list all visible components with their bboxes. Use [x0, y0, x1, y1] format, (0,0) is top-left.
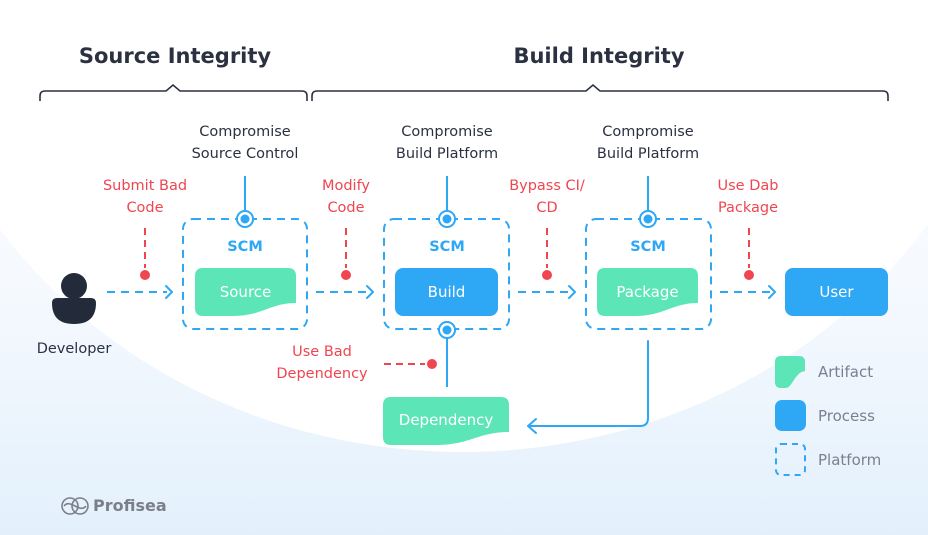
- attack-label-line1: Submit Bad: [102, 178, 188, 194]
- threat-label-line2: Build Platform: [596, 146, 700, 162]
- source-integrity-heading: Source Integrity: [78, 44, 272, 68]
- legend-artifact-label: Artifact: [818, 363, 874, 381]
- threat-label-line1: Compromise: [401, 124, 493, 140]
- build-integrity-heading: Build Integrity: [513, 44, 685, 68]
- attack-marker-1: [140, 228, 150, 280]
- threat-label: Compromise Build Platform: [568, 121, 728, 165]
- flow-arrow-developer-source: [107, 285, 173, 299]
- build-node-label: Build: [427, 283, 466, 301]
- legend-platform-label: Platform: [818, 451, 882, 469]
- attack-label-line1: Bypass CI/: [509, 178, 585, 194]
- target-marker-2: [438, 210, 456, 228]
- threat-label-line1: Compromise: [199, 124, 291, 140]
- platform-label: SCM: [630, 239, 666, 255]
- build-integrity-brace: [311, 83, 889, 101]
- attack-label: Submit Bad Code: [85, 175, 205, 219]
- legend-platform-icon: [775, 443, 806, 476]
- target-marker-1: [236, 210, 254, 228]
- threat-label-line1: Compromise: [602, 124, 694, 140]
- attack-label-line1: Use Bad: [292, 344, 352, 360]
- dependency-node-label: Dependency: [398, 411, 494, 429]
- legend-artifact-icon: [775, 356, 805, 388]
- legend-process-icon: [775, 400, 806, 431]
- attack-label: Use Dab Package: [688, 175, 808, 219]
- threat-label-line2: Build Platform: [395, 146, 499, 162]
- platform-label: SCM: [429, 239, 465, 255]
- flow-arrow-build-package: [518, 285, 576, 299]
- profisea-logo-icon: [61, 497, 89, 515]
- attack-label-line1: Use Dab: [717, 178, 779, 194]
- source-integrity-brace: [39, 83, 308, 101]
- attack-marker-2: [341, 228, 351, 280]
- package-node-label: Package: [616, 283, 679, 301]
- threat-label: Compromise Source Control: [165, 121, 325, 165]
- target-marker-dependency: [438, 321, 456, 339]
- user-node-label: User: [819, 283, 854, 301]
- attack-label-line2: Code: [327, 200, 365, 216]
- target-marker-3: [639, 210, 657, 228]
- flow-arrow-package-user: [720, 285, 776, 299]
- package-dependency-arrow: [527, 340, 649, 434]
- developer-label: Developer: [36, 341, 112, 357]
- brand-name: Profisea: [93, 496, 167, 515]
- source-node-label: Source: [219, 283, 272, 301]
- attack-marker-5: [384, 359, 437, 369]
- flow-arrow-source-build: [316, 285, 374, 299]
- attack-label-line1: Modify: [321, 178, 371, 194]
- attack-label: Use Bad Dependency: [262, 341, 382, 385]
- threat-label: Compromise Build Platform: [367, 121, 527, 165]
- attack-marker-4: [744, 228, 754, 280]
- legend-process-label: Process: [818, 407, 875, 425]
- attack-label-line2: CD: [536, 200, 558, 216]
- attack-label: Bypass CI/ CD: [487, 175, 607, 219]
- attack-label: Modify Code: [286, 175, 406, 219]
- person-icon: [52, 273, 96, 324]
- attack-marker-3: [542, 228, 552, 280]
- attack-label-line2: Dependency: [276, 366, 368, 382]
- platform-label: SCM: [227, 239, 263, 255]
- threat-label-line2: Source Control: [191, 146, 299, 162]
- supply-chain-diagram: [39, 83, 889, 515]
- attack-label-line2: Code: [126, 200, 164, 216]
- attack-label-line2: Package: [717, 200, 779, 216]
